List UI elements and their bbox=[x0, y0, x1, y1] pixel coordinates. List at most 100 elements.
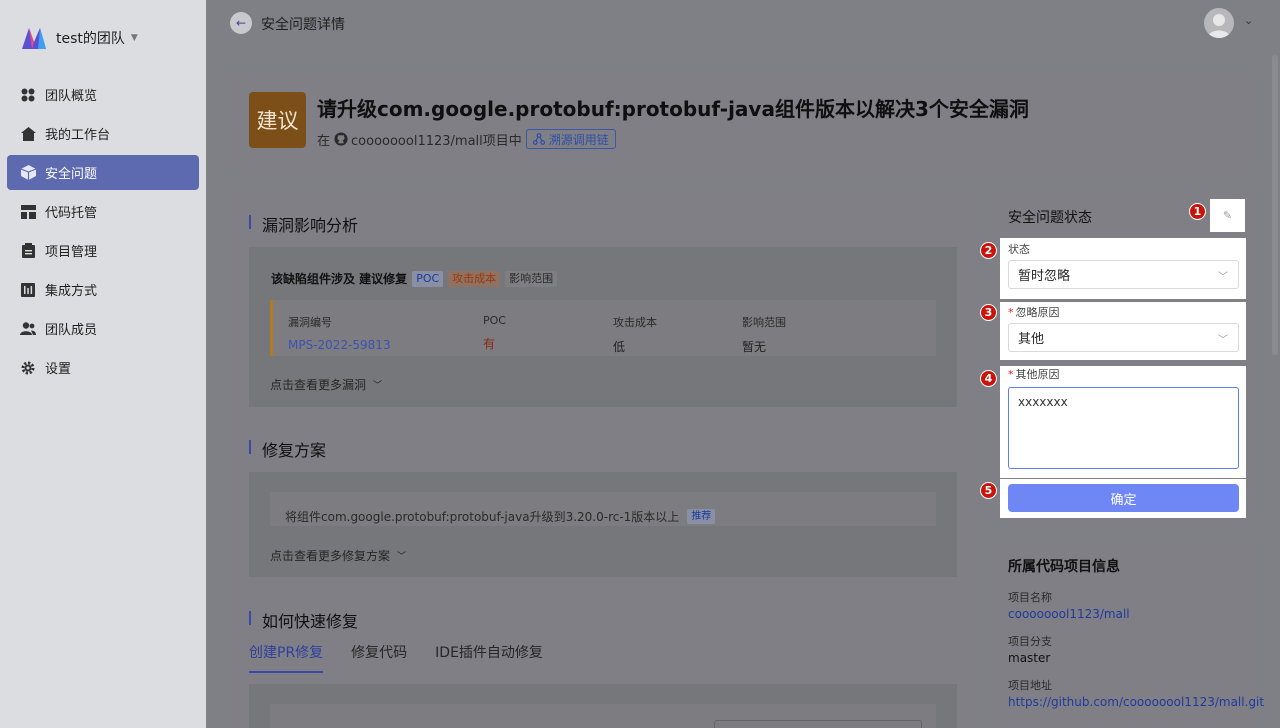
sidebar-item-code-hosting[interactable]: 代码托管 bbox=[7, 194, 199, 229]
sidebar-item-label: 集成方式 bbox=[45, 284, 98, 299]
team-switcher[interactable]: test的团队 ▼ bbox=[20, 24, 138, 52]
sidebar-item-members[interactable]: 团队成员 bbox=[7, 311, 199, 346]
suggest-badge: 建议 bbox=[249, 92, 306, 148]
marker-1: 1 bbox=[1189, 203, 1206, 220]
more-fixes-link[interactable]: 点击查看更多修复方案 ﹀ bbox=[270, 547, 406, 564]
impact-scope-tag: 影响范围 bbox=[505, 270, 558, 287]
marker-2: 2 bbox=[980, 242, 997, 259]
more-vulns-label: 点击查看更多漏洞 bbox=[270, 378, 367, 392]
sidebar-nav: 团队概览 我的工作台 安全问题 代码托管 项目管理 集成方式 团队成员 设置 bbox=[7, 77, 199, 389]
recommended-tag: 推荐 bbox=[687, 509, 716, 524]
col-header-poc: POC bbox=[483, 314, 506, 327]
pencil-icon: ✎ bbox=[1222, 209, 1233, 222]
marker-3: 3 bbox=[980, 304, 997, 321]
ignore-reason-label: * 忽略原因 bbox=[1008, 306, 1060, 319]
attack-cost-tag: 攻击成本 bbox=[448, 270, 501, 287]
fix-plan-text: 将组件com.google.protobuf:protobuf-java升级到3… bbox=[285, 510, 680, 524]
fix-plan-item: 将组件com.google.protobuf:protobuf-java升级到3… bbox=[285, 508, 716, 525]
home-icon bbox=[20, 126, 36, 142]
fix-heading: 修复方案 bbox=[262, 441, 327, 460]
cost-value: 低 bbox=[613, 340, 626, 354]
chevron-down-icon: ﹀ bbox=[397, 552, 407, 562]
clipboard-icon bbox=[20, 243, 36, 259]
poc-value: 有 bbox=[483, 337, 496, 351]
page-title: 安全问题详情 bbox=[261, 17, 345, 33]
topbar: ← 安全问题详情 ⌄ bbox=[206, 0, 1280, 48]
trace-callchain-label: 溯源调用链 bbox=[548, 132, 609, 147]
project-branch-value: master bbox=[1008, 651, 1051, 665]
sidebar-item-label: 设置 bbox=[45, 362, 72, 377]
members-icon bbox=[20, 321, 36, 337]
marker-5: 5 bbox=[980, 482, 997, 499]
tab-content-box bbox=[714, 720, 922, 728]
sidebar-item-label: 团队概览 bbox=[45, 89, 98, 104]
issue-title: 请升级com.google.protobuf:protobuf-java组件版本… bbox=[317, 97, 1029, 121]
status-select-value: 暂时忽略 bbox=[1018, 269, 1071, 284]
sidebar-item-label: 代码托管 bbox=[45, 206, 98, 221]
col-header-scope: 影响范围 bbox=[742, 316, 786, 329]
sidebar-item-overview[interactable]: 团队概览 bbox=[7, 77, 199, 112]
status-label: 状态 bbox=[1008, 243, 1030, 256]
issue-sub-prefix: 在 bbox=[317, 133, 331, 149]
page-scrollbar[interactable] bbox=[1272, 55, 1278, 355]
vuln-summary: 该缺陷组件涉及 建议修复 POC 攻击成本 影响范围 bbox=[271, 270, 558, 287]
tab-create-pr[interactable]: 创建PR修复 bbox=[249, 642, 324, 673]
marker-4: 4 bbox=[980, 370, 997, 387]
sidebar-item-projects[interactable]: 项目管理 bbox=[7, 233, 199, 268]
sidebar-item-label: 团队成员 bbox=[45, 323, 98, 338]
other-reason-label: * 其他原因 bbox=[1008, 368, 1060, 381]
issue-header-card bbox=[228, 72, 1252, 175]
project-info-title: 所属代码项目信息 bbox=[1008, 559, 1120, 575]
project-name-link[interactable]: coooooool1123/mall bbox=[1008, 607, 1130, 621]
ignore-reason-select[interactable]: 其他 ﹀ bbox=[1008, 323, 1239, 352]
section-accent-bar bbox=[249, 611, 251, 625]
more-fixes-label: 点击查看更多修复方案 bbox=[270, 549, 391, 563]
ignore-reason-select-value: 其他 bbox=[1018, 332, 1045, 347]
sidebar: test的团队 ▼ 团队概览 我的工作台 安全问题 代码托管 项目管理 集成方式 bbox=[0, 0, 206, 728]
chevron-down-icon: ﹀ bbox=[1218, 335, 1228, 346]
sidebar-item-security[interactable]: 安全问题 bbox=[7, 155, 199, 190]
ignore-reason-label-text: 忽略原因 bbox=[1015, 306, 1060, 319]
cube-icon bbox=[20, 165, 36, 181]
analysis-heading: 漏洞影响分析 bbox=[262, 216, 359, 235]
quickfix-tabs: 创建PR修复 修复代码 IDE插件自动修复 bbox=[249, 642, 571, 673]
vuln-id-link[interactable]: MPS-2022-59813 bbox=[288, 338, 391, 352]
sidebar-item-label: 项目管理 bbox=[45, 245, 98, 260]
poc-tag: POC bbox=[412, 270, 444, 287]
edit-button[interactable]: ✎ bbox=[1210, 199, 1245, 232]
sidebar-item-settings[interactable]: 设置 bbox=[7, 350, 199, 385]
chevron-down-icon[interactable]: ⌄ bbox=[1244, 14, 1253, 27]
section-accent-bar bbox=[249, 215, 251, 229]
team-name: test的团队 bbox=[56, 31, 125, 47]
callchain-icon bbox=[532, 133, 545, 145]
issue-subtitle: 在 coooooool1123/mall项目中 溯源调用链 bbox=[317, 129, 616, 149]
chevron-down-icon: ﹀ bbox=[373, 381, 383, 391]
avatar[interactable] bbox=[1204, 8, 1234, 38]
user-avatar-icon bbox=[1208, 14, 1230, 38]
other-reason-textarea[interactable]: xxxxxxx bbox=[1008, 387, 1239, 469]
repo-link[interactable]: coooooool1123/mall项目中 bbox=[351, 130, 522, 149]
table-row: 漏洞编号 MPS-2022-59813 POC 有 攻击成本 低 影响范围 暂无 bbox=[270, 300, 936, 356]
trace-callchain-button[interactable]: 溯源调用链 bbox=[525, 129, 616, 149]
sidebar-item-integration[interactable]: 集成方式 bbox=[7, 272, 199, 307]
more-vulns-link[interactable]: 点击查看更多漏洞 ﹀ bbox=[270, 376, 382, 393]
other-reason-label-text: 其他原因 bbox=[1015, 368, 1060, 381]
layout-icon bbox=[20, 204, 36, 220]
sidebar-item-workbench[interactable]: 我的工作台 bbox=[7, 116, 199, 151]
col-header-cost: 攻击成本 bbox=[613, 316, 657, 329]
vuln-summary-text: 该缺陷组件涉及 建议修复 bbox=[271, 272, 408, 286]
tab-ide-plugin[interactable]: IDE插件自动修复 bbox=[435, 642, 543, 673]
team-logo-icon bbox=[22, 28, 46, 49]
back-arrow-icon[interactable]: ← bbox=[230, 12, 252, 34]
overview-icon bbox=[20, 87, 36, 103]
github-icon bbox=[334, 132, 348, 146]
gear-icon bbox=[20, 360, 36, 376]
tab-fix-code[interactable]: 修复代码 bbox=[351, 642, 407, 673]
project-url-label: 项目地址 bbox=[1008, 679, 1052, 692]
project-url-link[interactable]: https://github.com/coooooool1123/mall.gi… bbox=[1008, 695, 1264, 709]
sidebar-item-label: 我的工作台 bbox=[45, 128, 111, 143]
confirm-button[interactable]: 确定 bbox=[1008, 484, 1239, 512]
integration-icon bbox=[20, 282, 36, 298]
status-title: 安全问题状态 bbox=[1008, 210, 1092, 226]
status-select[interactable]: 暂时忽略 ﹀ bbox=[1008, 260, 1239, 289]
